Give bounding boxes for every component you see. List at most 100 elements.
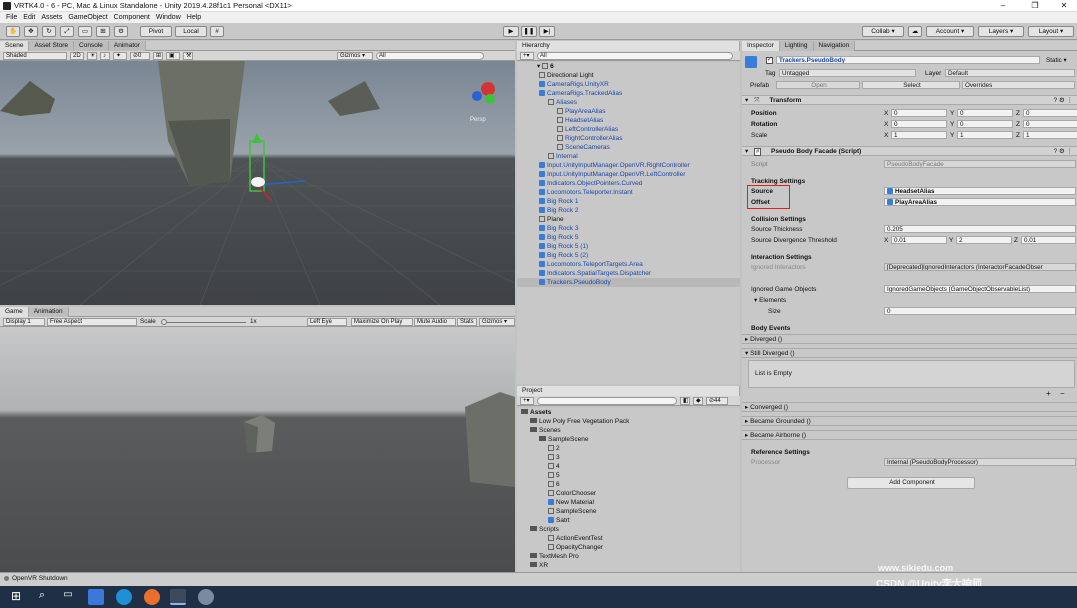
project-item[interactable]: 6 xyxy=(517,480,740,489)
hierarchy-item[interactable]: RightControllerAlias xyxy=(517,134,740,143)
layer-dropdown[interactable]: Default xyxy=(945,69,1075,77)
became-airborne-event[interactable]: ▸ Became Airborne () xyxy=(742,430,1077,440)
transform-rot-z-field[interactable]: 0 xyxy=(1023,120,1077,128)
shading-dropdown[interactable]: Shaded xyxy=(3,51,67,60)
game-view[interactable] xyxy=(0,327,515,572)
project-item[interactable]: 2 xyxy=(517,444,740,453)
diverged-event[interactable]: ▸ Diverged () xyxy=(742,334,1077,344)
layout-dropdown[interactable]: Layout ▾ xyxy=(1028,26,1074,37)
offset-field[interactable]: PlayAreaAlias xyxy=(884,198,1076,206)
play-button[interactable]: ▶ xyxy=(503,26,519,37)
hierarchy-item[interactable]: CameraRigs.UnityXR xyxy=(517,80,740,89)
project-item[interactable]: SampleScene xyxy=(517,507,740,516)
hierarchy-item[interactable]: Input.UnityInputManager.OpenVR.RightCont… xyxy=(517,161,740,170)
hierarchy-item[interactable]: Locomotors.Teleporter.Instant xyxy=(517,188,740,197)
facade-header[interactable]: ▾ # Pseudo Body Facade (Script) ? ⚙ ⋮ xyxy=(742,146,1077,156)
minimize-icon[interactable]: – xyxy=(990,0,1016,12)
filter-type-icon[interactable]: ◧ xyxy=(680,396,690,405)
project-item[interactable]: 3 xyxy=(517,453,740,462)
tab-scene[interactable]: Scene xyxy=(0,40,30,51)
hierarchy-item[interactable]: Internal xyxy=(517,152,740,161)
cloud-icon[interactable]: ☁ xyxy=(908,26,922,37)
tab-console[interactable]: Console xyxy=(74,40,109,51)
hierarchy-item[interactable]: Big Rock 5 (2) xyxy=(517,251,740,260)
tab-animation[interactable]: Animation xyxy=(28,306,69,317)
aspect-dropdown[interactable]: Free Aspect xyxy=(47,318,137,326)
menu-window[interactable]: Window xyxy=(156,12,181,23)
menu-file[interactable]: File xyxy=(6,12,17,23)
firefox-icon[interactable] xyxy=(144,589,160,605)
project-item[interactable]: Low Poly Free Vegetation Pack xyxy=(517,417,740,426)
menu-help[interactable]: Help xyxy=(187,12,201,23)
prefab-open-button[interactable]: Open xyxy=(776,81,860,89)
snap-icon[interactable]: # xyxy=(210,26,224,37)
project-item[interactable]: SampleScene xyxy=(517,435,740,444)
hand-tool-icon[interactable]: ✋ xyxy=(6,26,20,37)
hierarchy-item[interactable]: Plane xyxy=(517,215,740,224)
mute-audio-toggle[interactable]: Mute Audio xyxy=(414,318,456,326)
light-icon[interactable]: ☀ xyxy=(87,51,97,60)
active-checkbox[interactable]: ✓ xyxy=(766,57,773,64)
menu-component[interactable]: Component xyxy=(114,12,150,23)
transform-rot-x-field[interactable]: 0 xyxy=(891,120,947,128)
tab-game[interactable]: Game xyxy=(0,306,29,317)
menu-gameobject[interactable]: GameObject xyxy=(68,12,107,23)
persp-label[interactable]: Persp xyxy=(470,117,486,123)
prefab-overrides-dropdown[interactable]: Overrides xyxy=(962,81,1075,89)
project-item[interactable]: New Material xyxy=(517,498,740,507)
hierarchy-item[interactable]: LeftControllerAlias xyxy=(517,125,740,134)
hierarchy-item[interactable]: Big Rock 5 xyxy=(517,233,740,242)
hierarchy-item[interactable]: Input.UnityInputManager.OpenVR.LeftContr… xyxy=(517,170,740,179)
stats-toggle[interactable]: Stats xyxy=(457,318,477,326)
project-item[interactable]: ColorChooser xyxy=(517,489,740,498)
divergence-x-field[interactable]: 0.01 xyxy=(891,236,947,244)
pivot-toggle[interactable]: Pivot xyxy=(140,26,172,37)
project-item[interactable]: Scripts xyxy=(517,525,740,534)
transform-scl-x-field[interactable]: 1 xyxy=(891,131,947,139)
maximize-icon[interactable]: ❐ xyxy=(1022,0,1048,12)
filter-label-icon[interactable]: ◆ xyxy=(693,396,703,405)
unity-taskbar-icon[interactable] xyxy=(170,589,186,605)
edge-browser-icon[interactable] xyxy=(116,589,132,605)
scene-view[interactable]: Persp xyxy=(0,61,515,305)
audio-icon[interactable]: ♪ xyxy=(100,51,110,60)
maximize-on-play-toggle[interactable]: Maximize On Play xyxy=(351,318,413,326)
project-item[interactable]: Satrt xyxy=(517,516,740,525)
hierarchy-item[interactable]: HeadsetAlias xyxy=(517,116,740,125)
project-item[interactable]: ActionEventTest xyxy=(517,534,740,543)
collab-dropdown[interactable]: Collab ▾ xyxy=(862,26,904,37)
account-dropdown[interactable]: Account ▾ xyxy=(926,26,974,37)
hierarchy-scene-root[interactable]: ▾ 6 xyxy=(517,62,740,71)
pause-button[interactable]: ❚❚ xyxy=(521,26,537,37)
hierarchy-item[interactable]: Big Rock 2 xyxy=(517,206,740,215)
transform-pos-z-field[interactable]: 0 xyxy=(1023,109,1077,117)
ignored-interactors-field[interactable]: [Deprecated]IgnoredInteractors (Interact… xyxy=(884,263,1076,271)
add-listener-button[interactable]: + xyxy=(1046,389,1051,398)
transform-header[interactable]: ▾ ⤧ Transform ? ⚙ ⋮ xyxy=(742,95,1077,105)
divergence-y-field[interactable]: 2 xyxy=(956,236,1012,244)
project-item[interactable]: XR xyxy=(517,561,740,570)
add-component-button[interactable]: Add Component xyxy=(847,477,975,489)
hidden-count[interactable]: ⊘0 xyxy=(130,51,150,60)
move-tool-icon[interactable]: ✥ xyxy=(24,26,38,37)
unity-hub-icon[interactable] xyxy=(198,589,214,605)
tab-hierarchy[interactable]: Hierarchy xyxy=(517,40,740,51)
tab-asset-store[interactable]: Asset Store xyxy=(29,40,75,51)
project-item[interactable]: 5 xyxy=(517,471,740,480)
gizmos-dropdown[interactable]: Gizmos ▾ xyxy=(337,51,373,60)
custom-tool-icon[interactable]: ⚙ xyxy=(114,26,128,37)
menu-assets[interactable]: Assets xyxy=(41,12,62,23)
display-dropdown[interactable]: Display 1 xyxy=(3,318,45,326)
grid-icon[interactable]: ⊞ xyxy=(153,51,163,60)
static-dropdown[interactable]: Static ▾ xyxy=(1046,57,1067,64)
rotate-tool-icon[interactable]: ↻ xyxy=(42,26,56,37)
scale-tool-icon[interactable]: ⤢ xyxy=(60,26,74,37)
project-search-input[interactable] xyxy=(537,396,677,405)
project-item[interactable]: 4 xyxy=(517,462,740,471)
hierarchy-item[interactable]: Aliases xyxy=(517,98,740,107)
hierarchy-item[interactable]: SceneCameras xyxy=(517,143,740,152)
became-grounded-event[interactable]: ▸ Became Grounded () xyxy=(742,416,1077,426)
still-diverged-event[interactable]: ▾ Still Diverged () xyxy=(742,348,1077,358)
facade-menu-icon[interactable]: ? ⚙ ⋮ xyxy=(1053,147,1073,156)
transform-pos-y-field[interactable]: 0 xyxy=(957,109,1013,117)
